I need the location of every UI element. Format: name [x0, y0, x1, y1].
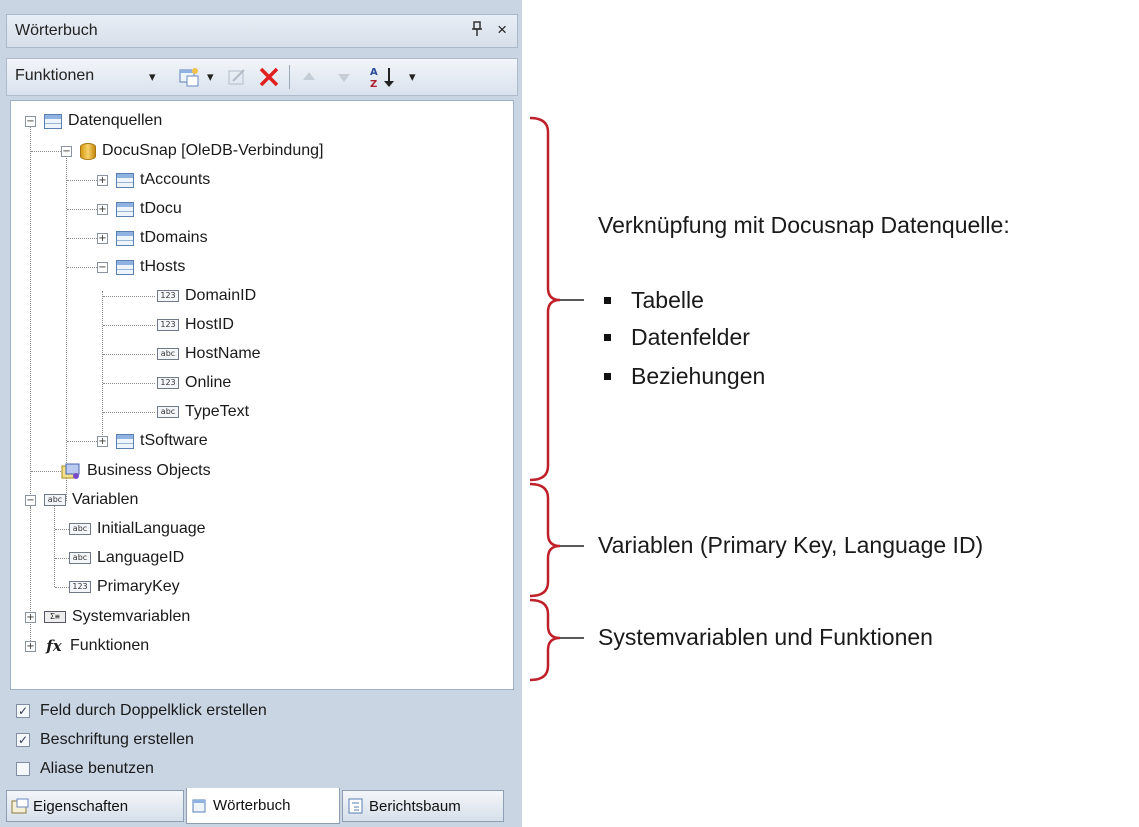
variables-bracket: [529, 482, 561, 598]
system-note: Systemvariablen und Funktionen: [598, 624, 933, 650]
annotation-brackets: [529, 116, 584, 682]
bullet-item: Datenfelder: [604, 324, 750, 351]
bullet-item: Tabelle: [604, 287, 704, 314]
datasource-bracket: [529, 116, 561, 482]
variables-note: Variablen (Primary Key, Language ID): [598, 532, 984, 558]
bullet-item: Beziehungen: [604, 363, 765, 390]
datasource-heading: Verknüpfung mit Docusnap Datenquelle:: [598, 212, 1010, 238]
system-bracket: [529, 598, 561, 682]
